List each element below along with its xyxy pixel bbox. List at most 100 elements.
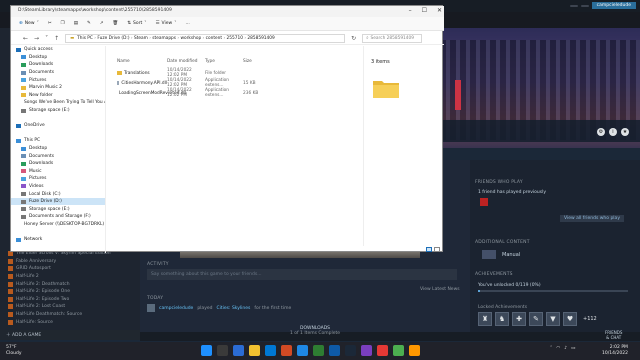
- rename-button[interactable]: ✎: [87, 21, 91, 26]
- taskbar-app-icon[interactable]: [361, 345, 372, 356]
- view-button[interactable]: ☰ View ˅: [156, 21, 177, 26]
- nav-item[interactable]: Documents: [11, 69, 105, 77]
- nav-item[interactable]: OneDrive: [11, 122, 105, 130]
- friends-chat-button[interactable]: FRIENDS & CHAT: [605, 330, 622, 340]
- steam-user-menu[interactable]: campcieledude: [591, 2, 636, 9]
- column-name-header[interactable]: Name: [117, 59, 167, 64]
- battery-icon[interactable]: ▭: [571, 346, 575, 351]
- steam-top-pill[interactable]: [580, 4, 589, 7]
- nav-item[interactable]: Fuze Drive (D:): [11, 197, 105, 206]
- nav-item[interactable]: Desktop: [11, 145, 105, 153]
- avatar[interactable]: [147, 304, 155, 312]
- weather-widget[interactable]: 57°F Cloudy: [6, 345, 22, 357]
- breadcrumb-item[interactable]: 255710: [227, 36, 243, 41]
- nav-item[interactable]: Network: [11, 236, 105, 244]
- taskbar-app-icon[interactable]: [249, 345, 260, 356]
- downloads-button[interactable]: DOWNLOADS 1 of 1 Items Complete: [290, 326, 340, 336]
- file-row[interactable]: CitiesHarmony.API.dll 10/14/2022 12:02 PM…: [117, 78, 273, 88]
- breadcrumb-item[interactable]: content: [206, 36, 222, 41]
- taskbar-app-icon[interactable]: [393, 345, 404, 356]
- back-arrow-icon[interactable]: ←: [23, 35, 28, 42]
- share-button[interactable]: ↗: [100, 21, 104, 26]
- sort-button[interactable]: ⇅ Sort ˅: [127, 21, 146, 26]
- game-list-item[interactable]: Half-Life 2: Lost Coast: [0, 303, 140, 311]
- breadcrumb-item[interactable]: workshop: [180, 36, 201, 41]
- breadcrumb-item[interactable]: This PC: [77, 36, 93, 41]
- chevron-up-icon[interactable]: ˄: [550, 346, 552, 351]
- nav-item[interactable]: Documents: [11, 152, 105, 160]
- taskbar-app-icon[interactable]: [233, 345, 244, 356]
- nav-item[interactable]: Music: [11, 168, 105, 176]
- nav-item[interactable]: Quick access: [11, 46, 105, 54]
- taskbar-app-icon[interactable]: [377, 345, 388, 356]
- nav-item[interactable]: Videos: [11, 183, 105, 191]
- taskbar-app-icon[interactable]: [345, 345, 356, 356]
- taskbar-clock[interactable]: 2:02 PM 10/14/2022: [602, 345, 628, 357]
- taskbar-app-icon[interactable]: [265, 345, 276, 356]
- breadcrumb-item[interactable]: steamapps: [152, 36, 176, 41]
- feed-user-link[interactable]: campcieledude: [159, 306, 193, 311]
- cut-button[interactable]: ✂: [48, 21, 52, 26]
- game-list-item[interactable]: GRID Autosport: [0, 265, 140, 273]
- achievement-icon[interactable]: ♜: [478, 312, 492, 326]
- up-arrow-icon[interactable]: ↑: [54, 35, 59, 42]
- more-achievements-count[interactable]: +112: [583, 316, 597, 322]
- nav-item[interactable]: Storage space (E:): [11, 107, 105, 115]
- column-date-header[interactable]: Date modified: [167, 59, 205, 64]
- view-latest-news-link[interactable]: View Latest News: [420, 287, 460, 292]
- nav-item[interactable]: Marvin Music 2: [11, 84, 105, 92]
- column-type-header[interactable]: Type: [205, 59, 243, 64]
- paste-button[interactable]: ▤: [74, 21, 78, 26]
- nav-item[interactable]: Songs We've Been Trying To Tell You Abo: [11, 99, 105, 107]
- achievement-icon[interactable]: ▼: [546, 312, 560, 326]
- refresh-icon[interactable]: ↻: [351, 35, 356, 42]
- nav-item[interactable]: Honey Server (\\DESKTOP-BG7DRKL) (Z:): [11, 221, 105, 229]
- breadcrumb-item[interactable]: Fuze Drive (D:): [97, 36, 129, 41]
- volume-icon[interactable]: ♪: [564, 346, 567, 351]
- taskbar-app-icon[interactable]: [217, 345, 228, 356]
- copy-button[interactable]: ❐: [61, 21, 65, 26]
- nav-item[interactable]: Pictures: [11, 76, 105, 84]
- nav-item[interactable]: This PC: [11, 137, 105, 145]
- info-icon[interactable]: i: [609, 128, 617, 136]
- taskbar-app-icon[interactable]: [297, 345, 308, 356]
- achievement-icon[interactable]: ✚: [512, 312, 526, 326]
- forward-arrow-icon[interactable]: →: [34, 35, 39, 42]
- maximize-icon[interactable]: ☐: [422, 7, 427, 14]
- chevron-down-icon[interactable]: ˅: [45, 35, 48, 42]
- nav-item[interactable]: New folder: [11, 92, 105, 100]
- new-button[interactable]: ⊕ New ˅: [19, 21, 39, 26]
- details-view-icon[interactable]: [426, 246, 432, 252]
- nav-item[interactable]: Pictures: [11, 175, 105, 183]
- activity-input[interactable]: Say something about this game to your fr…: [147, 269, 457, 280]
- view-friends-button[interactable]: View all friends who play: [560, 215, 624, 222]
- achievement-icon[interactable]: ✎: [529, 312, 543, 326]
- favorite-star-icon[interactable]: ★: [621, 128, 629, 136]
- nav-item[interactable]: Documents and Storage (F:): [11, 213, 105, 221]
- file-row[interactable]: LoadingScreenModRevisited.dll 10/14/2022 …: [117, 88, 273, 98]
- game-list-item[interactable]: Half-Life Deathmatch: Source: [0, 311, 140, 319]
- column-size-header[interactable]: Size: [243, 59, 273, 64]
- file-row[interactable]: Translations 10/14/2022 12:02 PM File fold…: [117, 68, 273, 78]
- friend-avatar[interactable]: [480, 198, 488, 206]
- taskbar-app-icon[interactable]: [313, 345, 324, 356]
- dlc-item[interactable]: Manual: [482, 250, 520, 259]
- nav-item[interactable]: Desktop: [11, 54, 105, 62]
- game-list-item[interactable]: Half-Life 2: [0, 273, 140, 281]
- tiles-view-icon[interactable]: [434, 246, 440, 252]
- breadcrumb-item[interactable]: 2858591409: [247, 36, 274, 41]
- nav-item[interactable]: Downloads: [11, 160, 105, 168]
- achievement-icon[interactable]: ♞: [495, 312, 509, 326]
- more-button[interactable]: ...: [185, 21, 189, 26]
- steam-top-pill[interactable]: [569, 4, 578, 7]
- game-list-item[interactable]: Half-Life 2: Deathmatch: [0, 280, 140, 288]
- breadcrumb-item[interactable]: Steam: [134, 36, 148, 41]
- game-list-item[interactable]: Half-Life 2: Episode Two: [0, 296, 140, 304]
- taskbar-app-icon[interactable]: [329, 345, 340, 356]
- taskbar-app-icon[interactable]: [201, 345, 212, 356]
- game-list-item[interactable]: Fable Anniversary: [0, 258, 140, 266]
- wifi-icon[interactable]: ◠: [556, 346, 560, 351]
- search-input[interactable]: ⌕ Search 2858591409: [362, 33, 423, 43]
- nav-item[interactable]: Downloads: [11, 61, 105, 69]
- nav-item[interactable]: Storage space (E:): [11, 205, 105, 213]
